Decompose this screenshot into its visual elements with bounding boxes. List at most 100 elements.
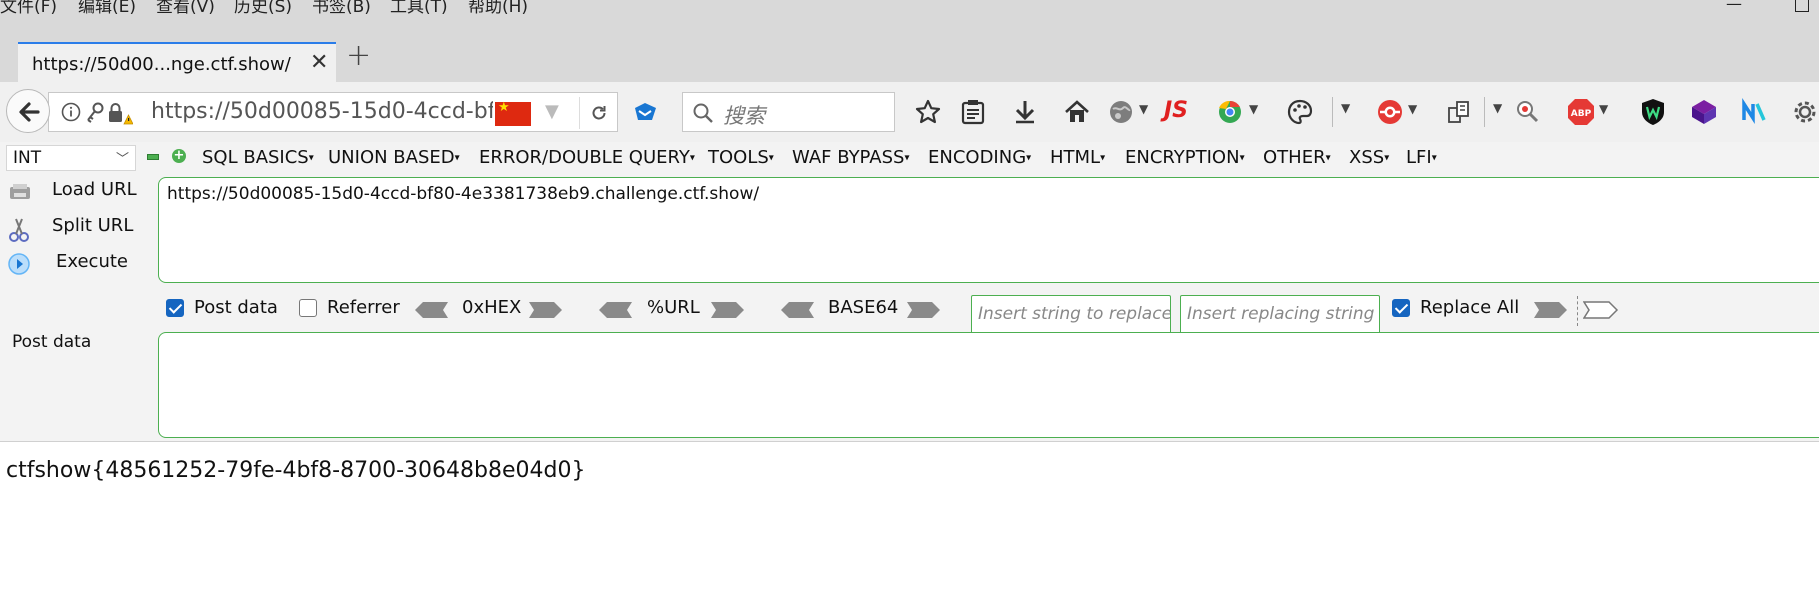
chrome-icon[interactable] [1216,97,1244,127]
download-icon[interactable] [1012,97,1038,127]
menu-tools[interactable]: 工具(T) [390,0,448,17]
search-placeholder: 搜索 [723,104,765,128]
new-tab-button[interactable]: + [346,38,371,73]
caret-down-icon: ▾ [1325,152,1331,164]
load-url-button[interactable]: Load URL [0,177,150,207]
menu-union-based[interactable]: UNION BASED▾ [328,147,460,168]
bookmark-star-icon[interactable] [914,97,942,127]
menu-other[interactable]: OTHER▾ [1263,147,1331,168]
url-decode-arrow-icon[interactable] [597,301,633,319]
gear-icon[interactable] [1790,97,1819,127]
referrer-checkbox[interactable] [299,299,317,317]
hex-decode-arrow-icon[interactable] [413,301,449,319]
minimize-icon[interactable]: — [1726,0,1742,13]
injection-type-select[interactable]: INT ﹀ [6,145,136,171]
url-dropdown-icon[interactable]: ▼ [545,101,559,122]
url-textarea-value: https://50d00085-15d0-4ccd-bf80-4e338173… [167,184,760,204]
scissors-icon [9,218,29,242]
adblock-dropdown-icon[interactable]: ▼ [1599,102,1608,116]
reader-icon[interactable] [960,97,986,127]
back-button[interactable] [6,89,50,133]
url-bar[interactable]: https://50d00085-15d0-4ccd-bf80-4e338173… [48,92,618,132]
decrease-button[interactable] [147,154,159,160]
info-icon[interactable] [61,102,81,126]
adblock-icon[interactable]: ABP [1566,97,1596,127]
menu-html[interactable]: HTML▾ [1050,147,1105,168]
menu-label: OTHER [1263,147,1326,168]
menu-encoding[interactable]: ENCODING▾ [928,147,1031,168]
n-logo-icon[interactable] [1740,97,1768,127]
js-icon[interactable]: JS [1164,98,1188,128]
injection-type-value: INT [13,148,42,168]
menu-sql-basics[interactable]: SQL BASICS▾ [202,147,314,168]
menu-view[interactable]: 查看(V) [156,0,215,17]
url-encode-label: %URL [647,297,700,318]
menu-tools[interactable]: TOOLS▾ [708,147,774,168]
replace-all-label: Replace All [1420,297,1520,318]
caret-down-icon: ▾ [904,152,910,164]
url-text[interactable]: https://50d00085-15d0-4ccd-bf80-4e338173… [151,99,493,124]
menu-label: SQL BASICS [202,147,309,168]
home-icon[interactable] [1063,97,1091,127]
execute-label: Execute [56,251,128,272]
replacing-string-input[interactable]: Insert replacing string [1180,295,1380,335]
palette-icon[interactable] [1286,97,1314,127]
divider [1577,296,1578,326]
caret-down-icon: ▾ [1239,152,1245,164]
menu-file[interactable]: 文件(F) [0,0,57,17]
menu-label: WAF BYPASS [792,147,905,168]
post-data-checkbox[interactable] [166,299,184,317]
replace-all-checkbox[interactable] [1392,299,1410,317]
reload-button[interactable] [579,97,617,129]
url-textarea[interactable]: https://50d00085-15d0-4ccd-bf80-4e338173… [158,177,1819,283]
menu-lfi[interactable]: LFI▾ [1406,147,1437,168]
shield-w-icon[interactable] [1640,97,1666,127]
execute-button[interactable]: Execute [0,249,150,279]
url-encode-arrow-icon[interactable] [710,301,746,319]
caret-down-icon: ▾ [454,152,460,164]
maximize-icon[interactable] [1795,0,1809,12]
menu-xss[interactable]: XSS▾ [1349,147,1389,168]
palette-dropdown-icon[interactable]: ▼ [1332,97,1350,127]
china-flag-icon[interactable]: ★ [495,100,531,126]
menu-encryption[interactable]: ENCRYPTION▾ [1125,147,1245,168]
tab-strip: https://50d00...nge.ctf.show/ ✕ + [0,34,1819,82]
search-box[interactable]: 搜索 [682,92,895,132]
base64-decode-arrow-icon[interactable] [779,301,815,319]
clipboard-icon[interactable] [1446,97,1472,127]
menu-label: HTML [1050,147,1101,168]
clipboard-dropdown-icon[interactable]: ▼ [1484,97,1502,127]
increase-button[interactable]: + [172,149,186,163]
split-url-button[interactable]: Split URL [0,213,150,243]
cube-icon[interactable] [1690,97,1718,127]
post-data-textarea[interactable] [158,332,1819,438]
insecure-lock-icon[interactable] [107,102,134,130]
hex-encode-arrow-icon[interactable] [528,301,564,319]
close-icon[interactable]: ✕ [310,50,328,75]
play-icon [8,253,30,275]
chrome-dropdown-icon[interactable]: ▼ [1249,102,1258,116]
caret-down-icon: ▾ [1431,152,1437,164]
tab-active[interactable]: https://50d00...nge.ctf.show/ ✕ [18,42,336,82]
pocket-icon[interactable] [632,100,658,126]
replace-string-input[interactable]: Insert string to replace [971,295,1171,335]
replace-outline-arrow-icon[interactable] [1583,301,1619,319]
base64-label: BASE64 [828,297,899,318]
lifebuoy-icon[interactable] [1374,97,1406,127]
globe-icon[interactable] [1107,97,1135,127]
menu-error-double-query[interactable]: ERROR/DOUBLE QUERY▾ [479,147,695,168]
key-icon[interactable] [85,102,105,128]
menu-edit[interactable]: 编辑(E) [78,0,136,17]
menu-history[interactable]: 历史(S) [234,0,292,17]
menu-help[interactable]: 帮助(H) [468,0,528,17]
base64-encode-arrow-icon[interactable] [906,301,942,319]
menu-waf-bypass[interactable]: WAF BYPASS▾ [792,147,909,168]
caret-down-icon: ▾ [1026,152,1032,164]
caret-down-icon: ▾ [308,152,314,164]
replace-arrow-icon[interactable] [1533,301,1569,319]
lifebuoy-dropdown-icon[interactable]: ▼ [1408,102,1417,116]
hackbar-panel: INT ﹀ + SQL BASICS▾ UNION BASED▾ ERROR/D… [0,142,1819,442]
menu-bookmarks[interactable]: 书签(B) [312,0,371,17]
globe-dropdown-icon[interactable]: ▼ [1139,102,1148,116]
zoom-icon[interactable] [1514,97,1540,127]
